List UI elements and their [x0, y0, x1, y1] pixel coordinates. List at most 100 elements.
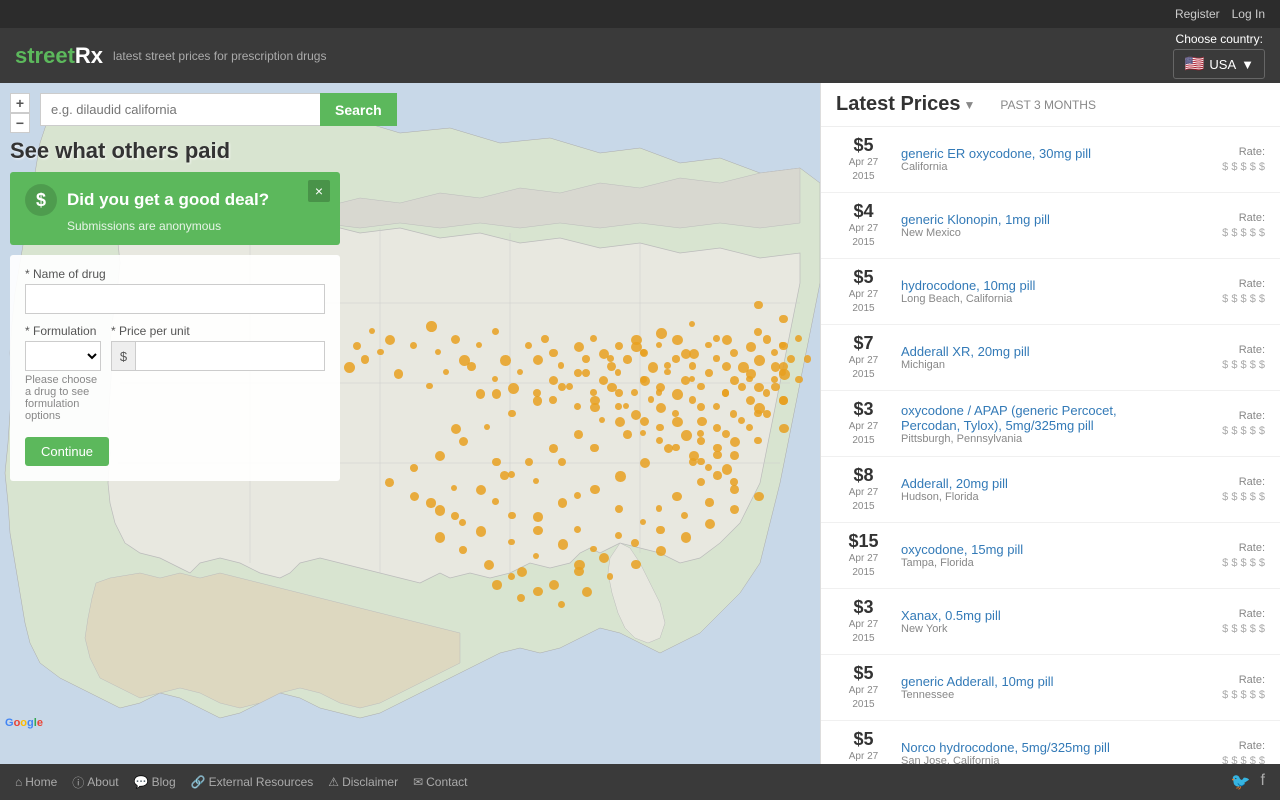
price-info: Xanax, 0.5mg pill New York — [901, 608, 1165, 635]
rating-label: Rate: — [1175, 344, 1265, 356]
rating-stars[interactable]: $ $ $ $ $ — [1222, 359, 1265, 371]
country-button[interactable]: 🇺🇸 USA ▼ — [1173, 49, 1265, 79]
price-rating: Rate: $ $ $ $ $ — [1175, 410, 1265, 437]
price-date-text: Apr 272015 — [836, 288, 891, 316]
price-date-text: Apr 272015 — [836, 684, 891, 712]
price-rating: Rate: $ $ $ $ $ — [1175, 608, 1265, 635]
rating-stars[interactable]: $ $ $ $ $ — [1222, 557, 1265, 569]
price-date: $5 Apr 272015 — [836, 663, 891, 712]
logo[interactable]: streetRx — [15, 43, 103, 69]
drug-name-input[interactable] — [25, 284, 325, 314]
footer-social: 🐦 f — [1231, 772, 1265, 792]
footer-blog-link[interactable]: 💬 Blog — [134, 775, 176, 789]
rating-stars[interactable]: $ $ $ $ $ — [1222, 161, 1265, 173]
twitter-icon[interactable]: 🐦 — [1231, 772, 1251, 792]
price-item[interactable]: $3 Apr 272015 Xanax, 0.5mg pill New York… — [821, 589, 1280, 655]
rating-stars[interactable]: $ $ $ $ $ — [1222, 623, 1265, 635]
mail-icon: ✉ — [413, 775, 423, 789]
latest-prices-dropdown[interactable]: Latest Prices ▼ — [836, 93, 975, 116]
right-panel: Latest Prices ▼ PAST 3 MONTHS $5 Apr 272… — [820, 83, 1280, 764]
rating-stars[interactable]: $ $ $ $ $ — [1222, 227, 1265, 239]
drug-name[interactable]: generic Klonopin, 1mg pill — [901, 212, 1165, 227]
price-date: $15 Apr 272015 — [836, 531, 891, 580]
country-label: Choose country: — [1176, 32, 1263, 46]
price-date-text: Apr 272015 — [836, 750, 891, 764]
drug-name[interactable]: Adderall XR, 20mg pill — [901, 344, 1165, 359]
price-item[interactable]: $15 Apr 272015 oxycodone, 15mg pill Tamp… — [821, 523, 1280, 589]
price-item[interactable]: $5 Apr 272015 Norco hydrocodone, 5mg/325… — [821, 721, 1280, 764]
facebook-icon[interactable]: f — [1261, 772, 1265, 792]
rating-label: Rate: — [1175, 740, 1265, 752]
price-item[interactable]: $4 Apr 272015 generic Klonopin, 1mg pill… — [821, 193, 1280, 259]
drug-location: California — [901, 161, 1165, 173]
footer-external-link[interactable]: 🔗 External Resources — [191, 775, 314, 789]
footer-disclaimer-link[interactable]: ⚠ Disclaimer — [328, 775, 398, 789]
price-date: $3 Apr 272015 — [836, 597, 891, 646]
continue-button[interactable]: Continue — [25, 437, 109, 466]
formulation-select[interactable] — [25, 341, 101, 371]
drug-name[interactable]: Xanax, 0.5mg pill — [901, 608, 1165, 623]
rating-label: Rate: — [1175, 410, 1265, 422]
price-amount: $7 — [836, 333, 891, 354]
drug-name[interactable]: Adderall, 20mg pill — [901, 476, 1165, 491]
zoom-out-button[interactable]: − — [10, 113, 30, 133]
price-item[interactable]: $7 Apr 272015 Adderall XR, 20mg pill Mic… — [821, 325, 1280, 391]
country-selector[interactable]: Choose country: 🇺🇸 USA ▼ — [1173, 32, 1265, 79]
drug-name[interactable]: generic ER oxycodone, 30mg pill — [901, 146, 1165, 161]
see-what-title: See what others paid — [10, 138, 350, 164]
search-button[interactable]: Search — [320, 93, 397, 126]
drug-name[interactable]: oxycodone, 15mg pill — [901, 542, 1165, 557]
footer: ⌂ Home ⓘ About 💬 Blog 🔗 External Resourc… — [0, 764, 1280, 800]
register-link[interactable]: Register — [1175, 7, 1220, 21]
price-item[interactable]: $3 Apr 272015 oxycodone / APAP (generic … — [821, 391, 1280, 457]
price-item[interactable]: $5 Apr 272015 generic ER oxycodone, 30mg… — [821, 127, 1280, 193]
price-item[interactable]: $5 Apr 272015 hydrocodone, 10mg pill Lon… — [821, 259, 1280, 325]
price-info: Adderall, 20mg pill Hudson, Florida — [901, 476, 1165, 503]
footer-home-link[interactable]: ⌂ Home — [15, 775, 57, 789]
footer-blog-label: Blog — [152, 775, 176, 789]
price-date-text: Apr 272015 — [836, 222, 891, 250]
rating-label: Rate: — [1175, 212, 1265, 224]
price-amount: $8 — [836, 465, 891, 486]
price-info: oxycodone, 15mg pill Tampa, Florida — [901, 542, 1165, 569]
search-input[interactable] — [40, 93, 320, 126]
footer-contact-link[interactable]: ✉ Contact — [413, 775, 467, 789]
price-date-text: Apr 272015 — [836, 354, 891, 382]
good-deal-close-button[interactable]: × — [308, 180, 330, 202]
login-link[interactable]: Log In — [1232, 7, 1265, 21]
price-date-text: Apr 272015 — [836, 486, 891, 514]
price-date-text: Apr 272015 — [836, 156, 891, 184]
good-deal-panel: × $ Did you get a good deal? Submissions… — [10, 172, 340, 245]
rating-stars[interactable]: $ $ $ $ $ — [1222, 491, 1265, 503]
price-item[interactable]: $8 Apr 272015 Adderall, 20mg pill Hudson… — [821, 457, 1280, 523]
drug-location: Hudson, Florida — [901, 491, 1165, 503]
footer-about-link[interactable]: ⓘ About — [72, 774, 118, 791]
price-info: generic ER oxycodone, 30mg pill Californ… — [901, 146, 1165, 173]
rating-stars[interactable]: $ $ $ $ $ — [1222, 293, 1265, 305]
rating-label: Rate: — [1175, 542, 1265, 554]
warning-icon: ⚠ — [328, 775, 339, 789]
rating-stars[interactable]: $ $ $ $ $ — [1222, 689, 1265, 701]
map-area: + − Search See what others paid × $ Did … — [0, 83, 820, 764]
drug-name[interactable]: Norco hydrocodone, 5mg/325mg pill — [901, 740, 1165, 755]
price-date: $4 Apr 272015 — [836, 201, 891, 250]
drug-name[interactable]: oxycodone / APAP (generic Percocet, Perc… — [901, 403, 1165, 433]
price-item[interactable]: $5 Apr 272015 generic Adderall, 10mg pil… — [821, 655, 1280, 721]
drug-name[interactable]: generic Adderall, 10mg pill — [901, 674, 1165, 689]
search-bar: Search — [40, 93, 397, 126]
zoom-in-button[interactable]: + — [10, 93, 30, 113]
price-date: $8 Apr 272015 — [836, 465, 891, 514]
price-info: generic Adderall, 10mg pill Tennessee — [901, 674, 1165, 701]
time-filter: PAST 3 MONTHS — [1000, 98, 1096, 112]
price-list: $5 Apr 272015 generic ER oxycodone, 30mg… — [821, 127, 1280, 764]
logo-area: streetRx latest street prices for prescr… — [15, 43, 326, 69]
price-date: $5 Apr 272015 — [836, 135, 891, 184]
rating-stars[interactable]: $ $ $ $ $ — [1222, 425, 1265, 437]
rating-stars[interactable]: $ $ $ $ $ — [1222, 755, 1265, 764]
drug-name[interactable]: hydrocodone, 10mg pill — [901, 278, 1165, 293]
price-label: * Price per unit — [111, 324, 325, 338]
chat-icon: 💬 — [134, 775, 149, 789]
price-date: $7 Apr 272015 — [836, 333, 891, 382]
logo-street: street — [15, 43, 75, 68]
price-input[interactable] — [135, 341, 325, 371]
